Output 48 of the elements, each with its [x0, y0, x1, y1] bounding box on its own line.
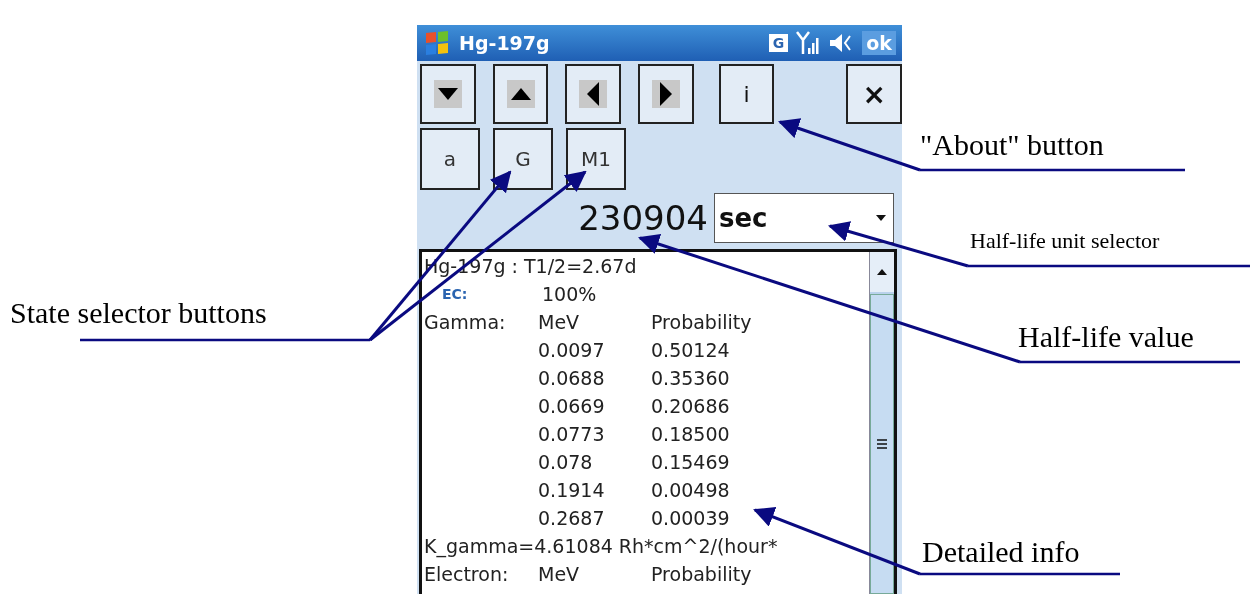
- down-button[interactable]: [420, 64, 476, 124]
- grip-icon: [876, 439, 888, 449]
- detail-text: K_gamma=4.61084 Rh*cm^2/(hour*: [424, 535, 778, 557]
- detail-value: 0.35360: [651, 367, 730, 389]
- detail-value: 0.50124: [651, 339, 730, 361]
- detail-label: Gamma:: [424, 311, 506, 333]
- detail-value: 0.1914: [538, 479, 605, 501]
- annotation-label: State selector buttons: [10, 296, 267, 330]
- detail-value: 0.20686: [651, 395, 730, 417]
- right-button[interactable]: [638, 64, 694, 124]
- detail-label: Electron:: [424, 563, 509, 585]
- up-button[interactable]: [492, 64, 549, 124]
- windows-flag-icon[interactable]: [423, 29, 451, 57]
- detail-value: 0.00498: [651, 479, 730, 501]
- about-button[interactable]: i: [718, 64, 775, 124]
- state-button[interactable]: M1: [566, 128, 626, 190]
- detail-value: Probability: [651, 311, 752, 333]
- detail-value: 0.00039: [651, 507, 730, 529]
- unit-dropdown[interactable]: sec: [714, 192, 894, 243]
- scroll-thumb[interactable]: [870, 294, 894, 594]
- detail-value: 0.0688: [538, 367, 605, 389]
- annotation-label: "About" button: [920, 128, 1104, 162]
- annotation-label: Half-life unit selector: [970, 228, 1160, 254]
- annotation-label: Half-life value: [1018, 320, 1194, 354]
- annotation-label: Detailed info: [922, 535, 1080, 569]
- signal-icon: [796, 30, 821, 56]
- state-button[interactable]: a: [420, 128, 480, 190]
- window-title: Hg-197g: [459, 32, 551, 54]
- state-button[interactable]: G: [493, 128, 553, 190]
- detail-value: 0.18500: [651, 423, 730, 445]
- detail-value: 0.2687: [538, 507, 605, 529]
- detail-value: 0.0097: [538, 339, 605, 361]
- detail-value: 100%: [542, 283, 597, 305]
- up-arrow-icon: [876, 268, 888, 276]
- dropdown-caret-icon: [875, 213, 887, 222]
- close-button[interactable]: ×: [846, 64, 902, 124]
- detail-value: 0.15469: [651, 451, 730, 473]
- detail-value: 0.0669: [538, 395, 605, 417]
- network-indicator: G: [768, 34, 789, 52]
- detail-value: 0.0773: [538, 423, 605, 445]
- detail-value: MeV: [538, 311, 580, 333]
- scroll-up-button[interactable]: [870, 252, 894, 292]
- detail-value: MeV: [538, 563, 580, 585]
- left-button[interactable]: [565, 64, 621, 124]
- detail-value: 0.078: [538, 451, 593, 473]
- half-life-value: 230904: [578, 197, 708, 238]
- detail-label: EC:: [442, 286, 468, 302]
- detail-value: Probability: [651, 563, 752, 585]
